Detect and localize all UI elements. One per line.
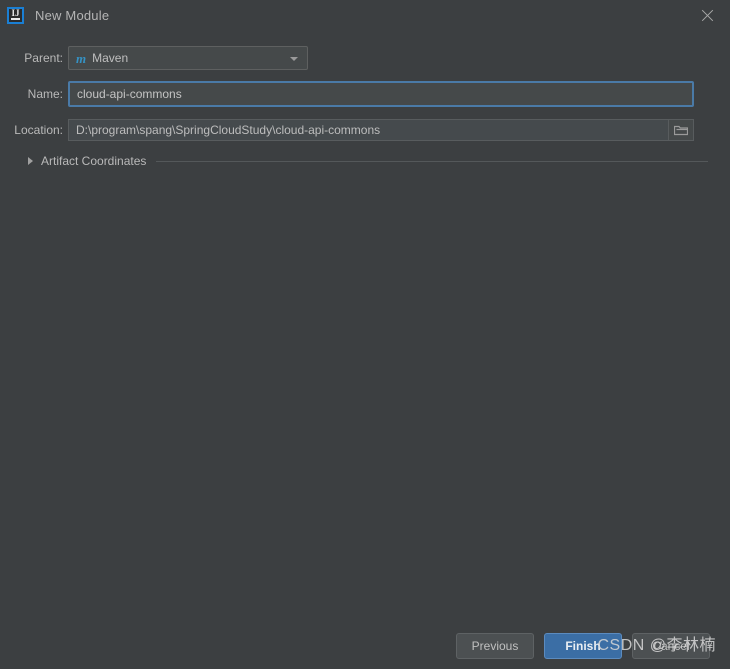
location-browse-button[interactable] [668,119,694,141]
artifact-coordinates-section[interactable]: Artifact Coordinates [0,154,730,168]
location-row: Location: D:\program\spang\SpringCloudSt… [0,118,730,142]
parent-label: Parent: [24,51,63,65]
location-input-value: D:\program\spang\SpringCloudStudy\cloud-… [76,123,381,137]
parent-row: Parent: m Maven [0,46,730,70]
cancel-button[interactable]: Cancel [632,633,710,659]
location-input[interactable]: D:\program\spang\SpringCloudStudy\cloud-… [68,119,668,141]
parent-combobox[interactable]: m Maven [68,46,308,70]
parent-combobox-value: Maven [92,51,129,65]
name-label: Name: [27,87,63,101]
intellij-idea-icon-letters: IJ [11,7,20,18]
title-bar: IJ New Module [0,0,730,30]
close-icon[interactable] [699,7,716,24]
finish-button[interactable]: Finish [544,633,622,659]
location-field-wrap: D:\program\spang\SpringCloudStudy\cloud-… [68,119,694,141]
chevron-down-icon[interactable] [290,57,298,61]
intellij-idea-icon: IJ [7,6,24,24]
intellij-idea-icon-bar [11,17,20,20]
name-input-value: cloud-api-commons [77,87,182,101]
artifact-coordinates-label: Artifact Coordinates [41,154,147,168]
folder-icon [674,125,688,136]
maven-icon: m [76,50,87,66]
window-title: New Module [35,7,110,23]
location-label: Location: [14,123,63,137]
new-module-form: Parent: m Maven Name: cloud-api-commons … [0,46,730,168]
triangle-right-icon[interactable] [28,157,33,165]
previous-button[interactable]: Previous [456,633,534,659]
section-divider [156,160,708,162]
name-input[interactable]: cloud-api-commons [68,81,694,107]
dialog-footer: Previous Finish Cancel [0,623,730,669]
name-row: Name: cloud-api-commons [0,81,730,107]
